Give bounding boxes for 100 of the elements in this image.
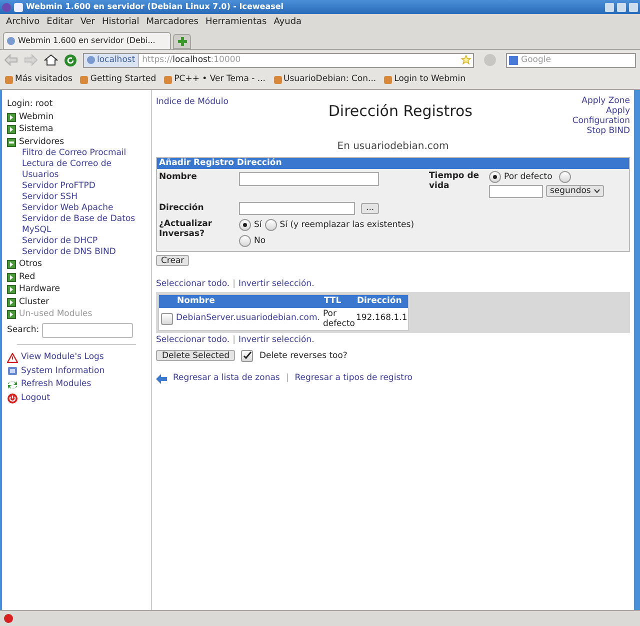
action-link[interactable]: Apply — [606, 106, 630, 116]
menu-item[interactable]: Marcadores — [146, 16, 198, 30]
category-link[interactable]: Hardware — [19, 283, 60, 296]
name-field[interactable] — [239, 172, 379, 186]
collapse-icon[interactable] — [7, 138, 16, 146]
action-link[interactable]: Stop BIND — [586, 126, 630, 136]
expand-icon[interactable] — [7, 272, 16, 282]
bookmark-icon — [164, 76, 172, 84]
caret-icon — [594, 189, 600, 194]
back-link[interactable]: Regresar a tipos de registro — [294, 372, 412, 385]
category-link[interactable]: Red — [19, 270, 36, 284]
home-icon[interactable] — [44, 54, 58, 66]
search-label: Search: — [7, 324, 40, 337]
new-tab-button[interactable] — [173, 34, 191, 49]
checkbox[interactable] — [161, 312, 173, 325]
action-link[interactable]: Configuration — [572, 116, 630, 126]
sidebar-link[interactable]: Logout — [21, 392, 50, 404]
reload-icon[interactable] — [64, 54, 77, 66]
radio-button[interactable] — [264, 219, 277, 232]
category-link[interactable]: Cluster — [19, 296, 50, 308]
menu-item[interactable]: Editar — [46, 16, 74, 30]
module-link[interactable]: Servidor de DNS BIND — [7, 247, 146, 258]
field-label: ¿Actualizar Inversas? — [159, 218, 214, 241]
menu-item[interactable]: Ayuda — [274, 16, 302, 30]
module-link[interactable]: Servidor ProFTPD — [7, 181, 146, 192]
expand-icon[interactable] — [7, 260, 16, 269]
sidebar-link[interactable]: View Module's Logs — [21, 351, 104, 364]
create-button[interactable]: Crear — [156, 255, 190, 266]
category-link[interactable]: Sistema — [19, 123, 54, 136]
browser-tab[interactable]: Webmin 1.600 en servidor (Debi... — [3, 32, 171, 49]
radio-label: Sí (y reemplazar las existentes) — [280, 218, 414, 232]
module-link[interactable]: Filtro de Correo Procmail — [7, 148, 146, 160]
radio-button[interactable] — [239, 234, 251, 247]
browse-button[interactable]: ... — [361, 202, 380, 214]
site-icon — [7, 37, 15, 45]
module-link[interactable]: Servidor de Base de Datos MySQL — [7, 214, 146, 236]
app-icon — [2, 2, 11, 12]
module-index-link[interactable]: Indice de Módulo — [156, 96, 228, 136]
expand-icon[interactable] — [7, 112, 16, 122]
radio-button[interactable] — [239, 219, 251, 232]
invert-selection-link[interactable]: Invertir selección. — [238, 334, 314, 346]
separator: | — [232, 334, 236, 346]
checkbox-label: Delete reverses too? — [259, 350, 348, 362]
login-label: Login: root — [7, 98, 54, 111]
sidebar-link[interactable]: System Information — [21, 364, 105, 378]
forward-icon[interactable] — [24, 54, 38, 66]
bookmark-item[interactable]: PC++ • Ver Tema - ... — [164, 73, 266, 86]
sidebar-link[interactable]: Refresh Modules — [21, 378, 92, 391]
menu-item[interactable]: Archivo — [6, 16, 40, 30]
module-link[interactable]: Servidor SSH — [7, 192, 146, 204]
search-field[interactable] — [42, 322, 134, 338]
window-title: Webmin 1.600 en servidor (Debian Linux 7.0) - Iceweasel — [26, 1, 285, 13]
menu-item[interactable]: Ver — [80, 16, 96, 30]
radio-button[interactable] — [489, 171, 501, 184]
ttl-field[interactable] — [489, 184, 543, 198]
delete-selected-button[interactable]: Delete Selected — [156, 350, 236, 362]
bookmark-icon — [80, 76, 88, 84]
module-link[interactable]: Servidor de DHCP — [7, 236, 146, 248]
bookmark-icon — [384, 76, 392, 84]
bookmark-item[interactable]: Login to Webmin — [384, 73, 466, 86]
maximize-button[interactable] — [617, 2, 626, 12]
address-field[interactable] — [239, 202, 355, 215]
bookmark-icon — [5, 76, 13, 84]
category-link[interactable]: Servidores — [19, 136, 64, 148]
invert-selection-link[interactable]: Invertir selección. — [238, 278, 314, 291]
bookmark-item[interactable]: Más visitados — [5, 73, 72, 86]
radio-label: No — [254, 234, 266, 248]
site-icon — [87, 56, 95, 64]
category-link[interactable]: Webmin — [19, 110, 54, 124]
expand-icon[interactable] — [7, 298, 16, 306]
back-icon[interactable] — [4, 54, 18, 66]
field-label: Dirección — [159, 202, 205, 215]
zone-subtitle: En usuariodebian.com — [336, 140, 450, 154]
expand-icon[interactable] — [7, 285, 16, 294]
minimize-button[interactable] — [605, 2, 614, 12]
radio-button[interactable] — [559, 171, 572, 184]
select-all-link[interactable]: Seleccionar todo. — [156, 334, 230, 346]
table-cell: Por defecto — [322, 308, 355, 330]
record-link[interactable]: DebianServer.usuariodebian.com. — [176, 312, 320, 326]
category-link[interactable]: Otros — [19, 258, 42, 271]
menu-item[interactable]: Historial — [102, 16, 140, 30]
module-link[interactable]: Servidor Web Apache — [7, 203, 146, 214]
unit-select[interactable]: segundos — [546, 185, 604, 198]
back-link[interactable]: Regresar a lista de zonas — [173, 372, 280, 385]
checkbox[interactable] — [241, 350, 254, 362]
address-field[interactable]: localhost https://localhost:10000 — [83, 52, 474, 68]
bookmark-item[interactable]: Getting Started — [80, 73, 156, 86]
select-all-link[interactable]: Seleccionar todo. — [156, 278, 230, 291]
expand-icon[interactable] — [7, 125, 16, 134]
menu-item[interactable]: Herramientas — [205, 16, 267, 30]
close-button[interactable] — [629, 2, 638, 12]
module-link[interactable]: Lectura de Correo de Usuarios — [7, 159, 146, 182]
error-icon — [4, 614, 13, 623]
page-title: Dirección Registros — [328, 101, 472, 122]
bookmark-item[interactable]: UsuarioDebian: Con... — [274, 73, 376, 86]
action-link[interactable]: Apply Zone — [582, 96, 630, 106]
column-header: TTL — [322, 295, 355, 308]
star-icon[interactable] — [461, 55, 471, 65]
power-icon — [7, 392, 18, 404]
field-label: Nombre — [159, 171, 198, 184]
